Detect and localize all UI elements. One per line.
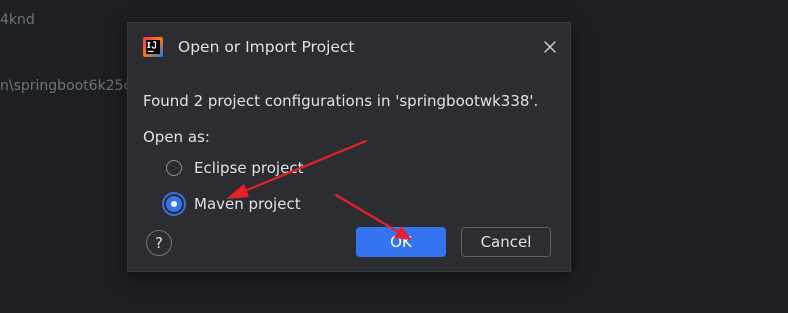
cancel-button[interactable]: Cancel [461, 227, 551, 257]
dialog-title: Open or Import Project [178, 38, 355, 56]
background-text-2: n\springboot6k25c [0, 78, 132, 94]
close-icon[interactable] [542, 39, 558, 55]
radio-label-eclipse: Eclipse project [194, 159, 304, 177]
radio-label-maven: Maven project [194, 195, 301, 213]
radio-maven-project[interactable]: Maven project [166, 193, 301, 215]
help-button[interactable]: ? [146, 230, 172, 256]
ok-button[interactable]: OK [356, 227, 446, 257]
open-import-project-dialog: Open or Import Project Found 2 project c… [127, 22, 571, 272]
radio-button-unchecked[interactable] [166, 160, 182, 176]
dialog-message: Found 2 project configurations in 'sprin… [143, 92, 539, 110]
intellij-idea-logo-icon [143, 37, 163, 57]
open-as-label: Open as: [143, 128, 210, 146]
radio-eclipse-project[interactable]: Eclipse project [166, 157, 303, 179]
background-text-1: 4knd [0, 12, 35, 28]
dialog-titlebar: Open or Import Project [128, 23, 570, 71]
radio-button-checked[interactable] [166, 196, 182, 212]
